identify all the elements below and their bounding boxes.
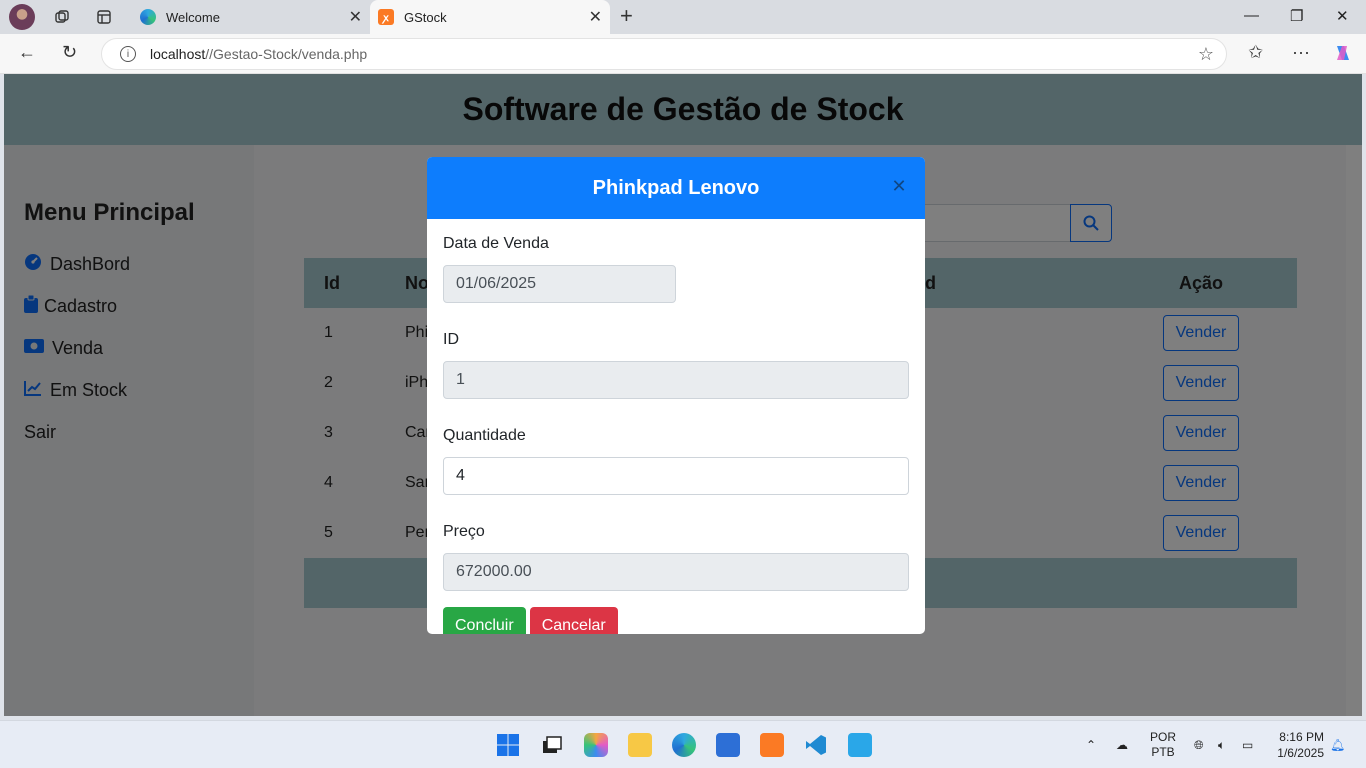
date-label: Data de Venda <box>443 235 549 252</box>
refresh-icon[interactable]: ↻ <box>62 42 77 63</box>
copilot-icon[interactable] <box>1333 43 1353 68</box>
profile-avatar[interactable] <box>9 4 35 30</box>
tab-gstock[interactable]: ꭗ GStock ✕ <box>370 0 610 34</box>
xampp-app-icon[interactable] <box>760 733 784 757</box>
lang-top: POR <box>1150 730 1177 744</box>
close-tab-icon[interactable]: ✕ <box>589 7 602 27</box>
close-icon[interactable]: ✕ <box>891 177 907 195</box>
notifications-icon[interactable]: 🔔︎ <box>1330 721 1345 768</box>
notepad-icon[interactable] <box>848 733 872 757</box>
language-indicator[interactable]: POR PTB <box>1150 721 1176 768</box>
new-tab-icon[interactable]: + <box>620 3 633 29</box>
tab-title: GStock <box>404 9 447 25</box>
id-field[interactable]: 1 <box>443 361 909 399</box>
file-explorer-icon[interactable] <box>628 733 652 757</box>
modal-header: Phinkpad Lenovo ✕ <box>427 157 925 219</box>
back-icon[interactable]: ← <box>18 42 36 63</box>
start-icon[interactable] <box>496 733 520 757</box>
modal-body: Data de Venda 01/06/2025 ID 1 Quantidade… <box>427 219 925 634</box>
clock[interactable]: 8:16 PM 1/6/2025 <box>1277 729 1324 761</box>
clock-time: 8:16 PM <box>1279 730 1324 744</box>
url-field[interactable]: i localhost//Gestao-Stock/venda.php ☆ <box>101 38 1227 70</box>
edge-app-icon[interactable] <box>672 733 696 757</box>
site-info-icon[interactable]: i <box>120 46 136 62</box>
taskbar: ⌃ ☁ POR PTB 🌐︎ 🔈︎ ▭ 8:16 PM 1/6/2025 🔔︎ <box>0 720 1366 768</box>
vscode-icon[interactable] <box>804 733 828 757</box>
battery-icon[interactable]: ▭ <box>1242 721 1253 768</box>
tab-welcome[interactable]: Welcome ✕ <box>132 0 370 34</box>
minimize-icon[interactable]: — <box>1244 7 1259 24</box>
onedrive-icon[interactable]: ☁ <box>1116 721 1128 768</box>
network-icon[interactable]: 🌐︎ <box>1194 721 1204 768</box>
restore-icon[interactable]: ❐ <box>1290 7 1303 25</box>
show-hidden-icons[interactable]: ⌃ <box>1086 721 1096 768</box>
xampp-icon: ꭗ <box>378 9 394 25</box>
quantity-field[interactable]: 4 <box>443 457 909 495</box>
tab-actions-icon[interactable] <box>92 5 116 29</box>
lang-bottom: PTB <box>1151 745 1175 759</box>
tab-title: Welcome <box>166 9 220 25</box>
price-label: Preço <box>443 523 485 540</box>
url-path: //Gestao-Stock/venda.php <box>205 46 368 62</box>
more-menu-icon[interactable]: ··· <box>1292 42 1310 63</box>
url-host: localhost <box>150 46 206 62</box>
workspaces-icon[interactable] <box>50 5 74 29</box>
modal-title: Phinkpad Lenovo <box>592 176 760 199</box>
concluir-button[interactable]: Concluir <box>443 607 526 634</box>
volume-icon[interactable]: 🔈︎ <box>1218 721 1225 768</box>
id-label: ID <box>443 331 459 348</box>
close-tab-icon[interactable]: ✕ <box>349 7 362 27</box>
price-field[interactable]: 672000.00 <box>443 553 909 591</box>
copilot-app-icon[interactable] <box>584 733 608 757</box>
window-close-icon[interactable]: ✕ <box>1336 7 1349 25</box>
edge-icon <box>140 9 156 25</box>
sale-modal: Phinkpad Lenovo ✕ Data de Venda 01/06/20… <box>427 157 925 634</box>
favorites-icon[interactable]: ✩ <box>1248 42 1263 63</box>
browser-tab-bar: Welcome ✕ ꭗ GStock ✕ + — ❐ ✕ <box>0 0 1366 34</box>
cancelar-button[interactable]: Cancelar <box>529 607 618 634</box>
task-view-icon[interactable] <box>540 733 564 757</box>
store-icon[interactable] <box>716 733 740 757</box>
quantity-label: Quantidade <box>443 427 526 444</box>
address-bar-row: ← ↻ i localhost//Gestao-Stock/venda.php … <box>0 34 1366 74</box>
favorite-star-icon[interactable]: ☆ <box>1198 44 1214 65</box>
sale-date-field[interactable]: 01/06/2025 <box>443 265 676 303</box>
clock-date: 1/6/2025 <box>1277 746 1324 760</box>
modal-actions: Concluir Cancelar <box>443 607 909 634</box>
